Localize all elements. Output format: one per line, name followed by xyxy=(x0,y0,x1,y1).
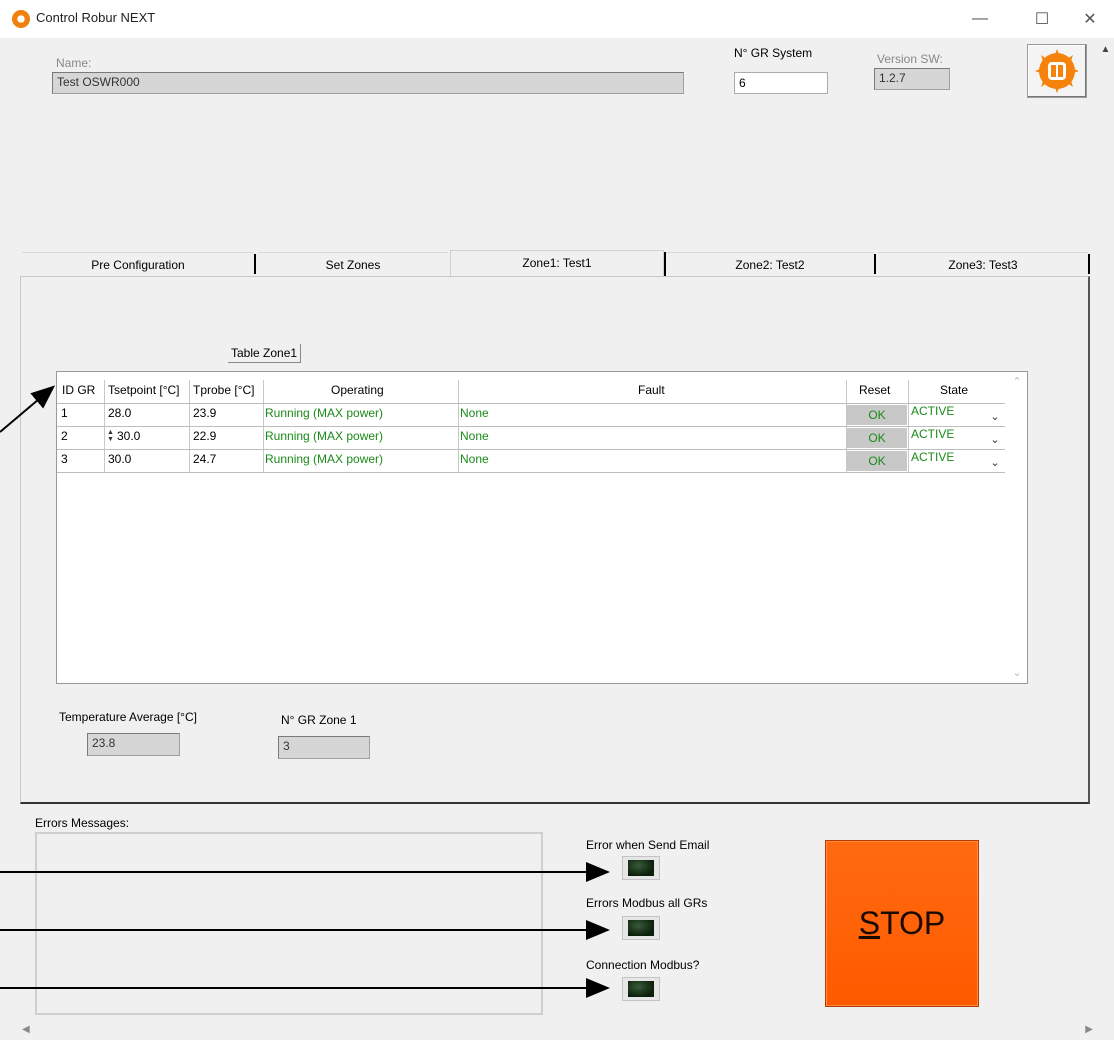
column-header-reset[interactable]: Reset xyxy=(859,383,890,397)
tab-zone2[interactable]: Zone2: Test2 xyxy=(666,252,874,276)
tab-zone3[interactable]: Zone3: Test3 xyxy=(878,252,1088,276)
reset-ok-button[interactable]: OK xyxy=(847,428,907,448)
horizontal-scrollbar[interactable]: ◀ ▶ xyxy=(20,1022,1097,1040)
modbus-errors-led xyxy=(622,916,660,940)
scroll-up-icon[interactable]: ⌃ xyxy=(1007,375,1027,388)
app-logo-icon xyxy=(12,10,30,28)
table-scrollbar[interactable]: ⌃ ⌄ xyxy=(1007,372,1027,683)
stop-button-label: TOP xyxy=(880,905,946,941)
title-bar xyxy=(0,0,1114,38)
name-field[interactable]: Test OSWR000 xyxy=(52,72,684,94)
stop-hotkey-letter: S xyxy=(858,905,881,941)
tab-divider xyxy=(254,254,256,274)
table-zone-label: Table Zone1 xyxy=(228,344,302,363)
annotation-arrow xyxy=(0,385,56,433)
tab-divider xyxy=(874,254,876,274)
scroll-down-icon[interactable]: ⌄ xyxy=(1007,666,1027,679)
robur-logo-icon xyxy=(1035,49,1079,93)
column-header-fault[interactable]: Fault xyxy=(638,383,665,397)
close-button[interactable]: ✕ xyxy=(1068,4,1112,34)
scroll-up-icon[interactable]: ▲ xyxy=(1097,44,1114,55)
version-field: 1.2.7 xyxy=(874,68,950,90)
maximize-button[interactable]: ☐ xyxy=(1020,4,1064,34)
gr-system-label: N° GR System xyxy=(734,46,813,60)
minimize-button[interactable]: — xyxy=(958,4,1002,34)
version-label: Version SW: xyxy=(877,52,943,66)
scroll-left-icon[interactable]: ◀ xyxy=(22,1024,30,1035)
window-title: Control Robur NEXT xyxy=(36,10,156,25)
reset-ok-button[interactable]: OK xyxy=(847,405,907,425)
chevron-down-icon[interactable]: ⌄ xyxy=(987,429,1003,449)
stop-button[interactable]: S TOP xyxy=(825,840,979,1007)
email-error-led xyxy=(622,856,660,880)
vertical-scrollbar[interactable]: ▲ xyxy=(1097,40,1114,1025)
tab-zone1[interactable]: Zone1: Test1 xyxy=(450,250,664,278)
reset-ok-button[interactable]: OK xyxy=(847,451,907,471)
annotation-arrows xyxy=(0,385,610,998)
modbus-connection-led xyxy=(622,977,660,1001)
chevron-down-icon[interactable]: ⌄ xyxy=(987,406,1003,426)
scroll-right-icon[interactable]: ▶ xyxy=(1085,1024,1093,1035)
cell-state: ACTIVE xyxy=(911,404,955,418)
cell-state: ACTIVE xyxy=(911,450,955,464)
name-label: Name: xyxy=(56,56,92,70)
gr-system-field[interactable]: 6 xyxy=(734,72,828,94)
tab-divider xyxy=(1088,254,1090,274)
column-header-state[interactable]: State xyxy=(940,383,968,397)
tab-pre-configuration[interactable]: Pre Configuration xyxy=(22,252,254,276)
tab-set-zones[interactable]: Set Zones xyxy=(258,252,448,276)
chevron-down-icon[interactable]: ⌄ xyxy=(987,452,1003,472)
logo-button[interactable] xyxy=(1027,44,1087,98)
cell-state: ACTIVE xyxy=(911,427,955,441)
